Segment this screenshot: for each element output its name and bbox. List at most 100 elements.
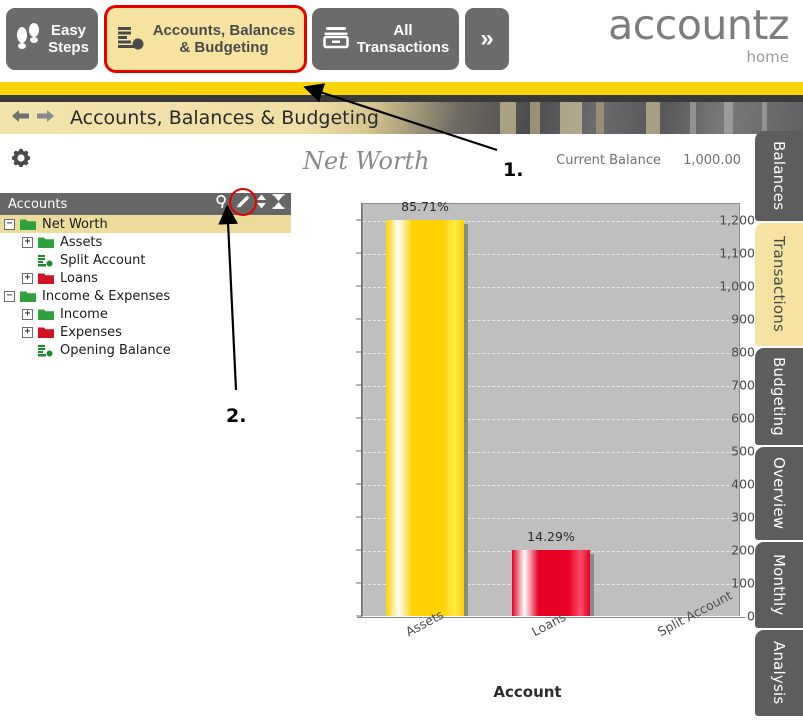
search-icon[interactable] xyxy=(215,194,230,214)
collapse-icon[interactable] xyxy=(272,194,285,214)
breadcrumb-title: Accounts, Balances & Budgeting xyxy=(70,107,379,129)
side-tab-strip: Balances Transactions Budgeting Overview Mon… xyxy=(755,131,803,718)
tree-item-label: Opening Balance xyxy=(60,342,171,358)
nav-button-easy-steps-label: Easy Steps xyxy=(48,21,89,56)
chart-bar[interactable] xyxy=(385,219,469,616)
chart-y-tick-mark xyxy=(356,351,361,353)
bar-chart-coin-icon xyxy=(116,22,146,56)
tree-item-label: Assets xyxy=(60,234,103,250)
annotation-number: 1. xyxy=(503,159,524,181)
folder-red-icon xyxy=(38,326,54,339)
dark-divider-line xyxy=(0,95,803,102)
nav-button-accounts-balances-budgeting[interactable]: Accounts, Balances & Budgeting xyxy=(107,8,304,70)
nav-button-all-transactions[interactable]: All Transactions xyxy=(312,8,459,70)
forward-button[interactable] xyxy=(34,108,56,128)
chart-y-tick-label: 800 xyxy=(731,344,755,360)
current-balance-label: Current Balance xyxy=(556,153,661,168)
tree-item-loans[interactable]: + Loans xyxy=(0,269,291,287)
sort-updown-icon[interactable] xyxy=(256,194,267,214)
logo-edition: home xyxy=(746,48,789,66)
tree-expander-plus-icon[interactable]: + xyxy=(22,308,33,320)
chart-bar-fill xyxy=(385,219,465,616)
chart-y-tick-label: 500 xyxy=(731,443,755,459)
chart-y-axis xyxy=(361,203,362,617)
breadcrumb: Accounts, Balances & Budgeting xyxy=(0,102,803,134)
side-tab-overview[interactable]: Overview xyxy=(755,447,803,540)
chart-y-tick-mark xyxy=(356,384,361,386)
chart-bar[interactable] xyxy=(511,549,595,616)
gear-icon[interactable] xyxy=(9,146,33,175)
accountz-logo: accountz home xyxy=(608,5,789,67)
chart-bar-fill xyxy=(511,549,591,616)
chevron-double-right-icon: » xyxy=(480,25,494,53)
side-tab-balances[interactable]: Balances xyxy=(755,131,803,221)
tree-expander-minus-icon[interactable]: − xyxy=(4,218,15,230)
tree-item-income-expenses[interactable]: − Income & Expenses xyxy=(0,287,291,305)
chart-bar-data-label: 85.71% xyxy=(401,198,449,214)
accounts-panel-title: Accounts xyxy=(8,196,68,212)
chart-x-axis-title: Account xyxy=(493,683,562,701)
chart-y-tick-mark xyxy=(356,615,361,617)
chart-bar-shadow xyxy=(464,223,469,616)
chart-y-tick-mark xyxy=(356,318,361,320)
tree-item-label: Income & Expenses xyxy=(42,288,171,304)
tree-expander-plus-icon[interactable]: + xyxy=(22,272,33,284)
split-account-icon xyxy=(38,344,54,357)
tree-item-label: Expenses xyxy=(60,324,122,340)
back-button[interactable] xyxy=(10,108,32,128)
tree-item-label: Split Account xyxy=(60,252,146,268)
tree-expander-plus-icon[interactable]: + xyxy=(22,236,33,248)
side-tab-label: Budgeting xyxy=(770,357,788,436)
chart-y-tick-mark xyxy=(356,483,361,485)
tree-item-net-worth[interactable]: − Net Worth xyxy=(0,215,291,233)
chart-y-tick-label: 700 xyxy=(731,377,755,393)
content-header: Net Worth Current Balance 1,000.00 xyxy=(0,134,803,190)
nav-button-all-transactions-label: All Transactions xyxy=(356,21,450,56)
accounts-tree: − Net Worth + Assets Split Account + Loans − In… xyxy=(0,215,291,359)
current-balance: Current Balance 1,000.00 xyxy=(556,153,741,168)
arrow-right-icon xyxy=(36,109,54,128)
nav-button-more[interactable]: » xyxy=(465,8,509,70)
side-tab-transactions[interactable]: Transactions xyxy=(755,223,803,346)
folder-green-icon xyxy=(38,308,54,321)
chart-y-tick-label: 1,000 xyxy=(719,278,755,294)
tree-item-split-account[interactable]: Split Account xyxy=(0,251,291,269)
tree-expander-minus-icon[interactable]: − xyxy=(4,290,15,302)
split-account-icon xyxy=(38,254,54,267)
side-tab-label: Overview xyxy=(770,457,788,530)
tree-item-assets[interactable]: + Assets xyxy=(0,233,291,251)
tree-expander-plus-icon[interactable]: + xyxy=(22,326,33,338)
tree-item-opening-balance[interactable]: Opening Balance xyxy=(0,341,291,359)
net-worth-bar-chart: 0 100 200 300 400 500 600 700 800 900 1,000 1,100 1,… xyxy=(300,196,755,706)
annotation-number: 2. xyxy=(226,405,247,427)
tree-item-label: Income xyxy=(60,306,108,322)
side-tab-budgeting[interactable]: Budgeting xyxy=(755,348,803,445)
chart-y-tick-label: 1,100 xyxy=(719,245,755,261)
chart-y-tick-mark xyxy=(356,417,361,419)
side-tab-label: Transactions xyxy=(770,236,788,333)
side-tab-label: Monthly xyxy=(770,554,788,616)
tree-item-expenses[interactable]: + Expenses xyxy=(0,323,291,341)
chart-y-tick-label: 400 xyxy=(731,476,755,492)
tree-expander-spacer xyxy=(22,345,33,356)
chart-y-tick-mark xyxy=(356,516,361,518)
chart-y-tick-mark xyxy=(356,252,361,254)
edit-pencil-icon[interactable] xyxy=(229,187,257,216)
chart-y-tick-mark xyxy=(356,285,361,287)
drawer-icon xyxy=(322,23,350,55)
side-tab-label: Balances xyxy=(770,141,788,211)
tree-item-income[interactable]: + Income xyxy=(0,305,291,323)
accounts-panel: Accounts − Net Worth + Assets Split Acco… xyxy=(0,187,291,359)
page-title: Net Worth xyxy=(303,147,430,175)
tree-item-label: Loans xyxy=(60,270,98,286)
folder-green-icon xyxy=(38,236,54,249)
nav-button-easy-steps[interactable]: Easy Steps xyxy=(6,8,98,70)
arrow-left-icon xyxy=(12,109,30,128)
side-tab-analysis[interactable]: Analysis xyxy=(755,630,803,716)
chart-y-tick-mark xyxy=(356,582,361,584)
chart-y-tick-label: 300 xyxy=(731,509,755,525)
side-tab-monthly[interactable]: Monthly xyxy=(755,542,803,628)
folder-open-green-icon xyxy=(20,218,36,231)
yellow-accent-stripe xyxy=(0,82,803,95)
accounts-panel-header: Accounts xyxy=(0,187,291,216)
